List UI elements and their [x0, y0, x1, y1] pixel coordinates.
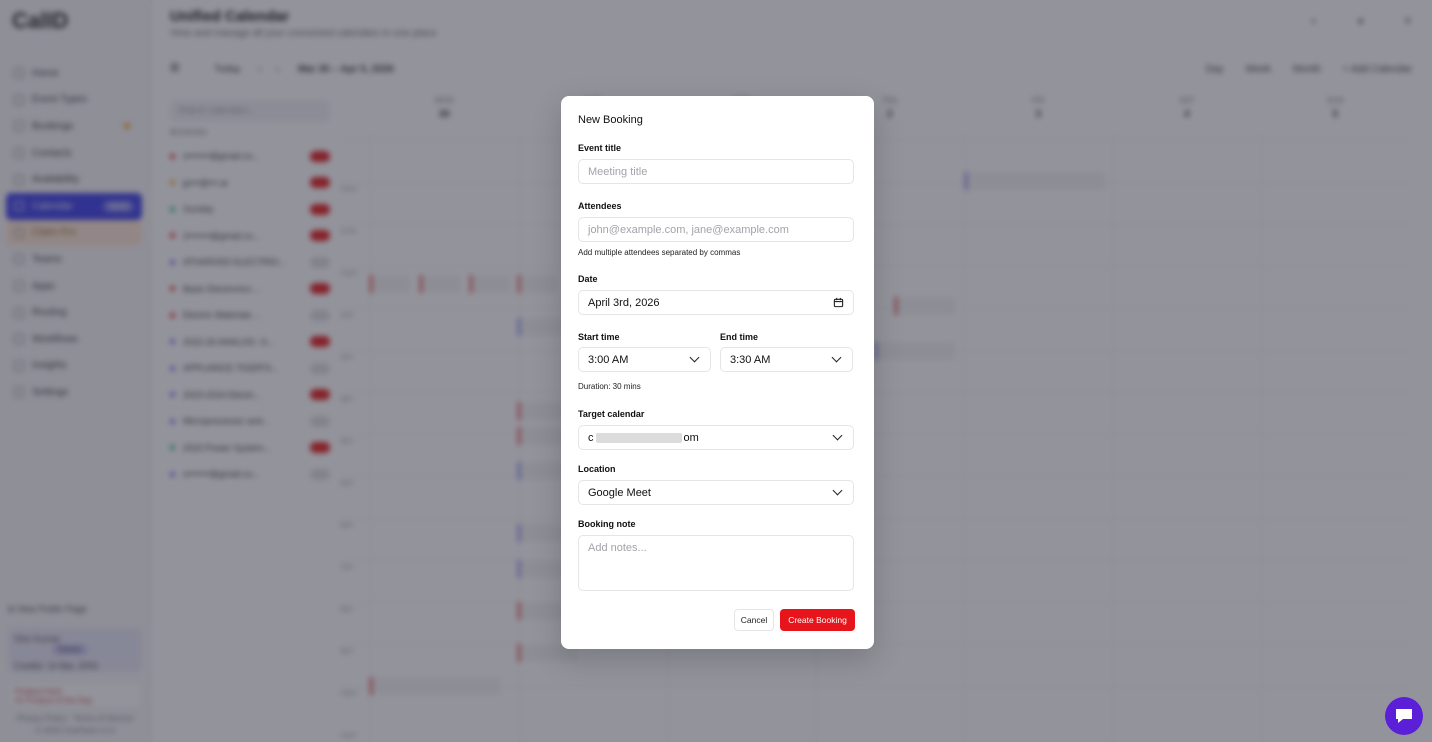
end-time-label: End time [720, 332, 759, 342]
location-value: Google Meet [588, 486, 651, 499]
target-calendar-label: Target calendar [578, 409, 645, 419]
attendees-input[interactable]: john@example.com, jane@example.com [578, 217, 854, 242]
create-booking-button[interactable]: Create Booking [780, 609, 855, 631]
chevron-down-icon [832, 430, 844, 441]
attendees-placeholder: john@example.com, jane@example.com [588, 223, 789, 236]
event-title-input[interactable]: Meeting title [578, 159, 854, 184]
new-booking-dialog: New Booking Event title Meeting title At… [561, 96, 874, 649]
target-calendar-value: c om [588, 431, 699, 444]
chevron-down-icon [689, 352, 701, 363]
end-time-value: 3:30 AM [730, 353, 771, 366]
duration-text: Duration: 30 mins [578, 382, 641, 391]
end-time-select[interactable]: 3:30 AM [720, 347, 853, 372]
target-calendar-select[interactable]: c om [578, 425, 854, 450]
attendees-helper: Add multiple attendees separated by comm… [578, 248, 741, 257]
chat-widget-button[interactable] [1385, 697, 1423, 735]
booking-note-textarea[interactable]: Add notes... [578, 535, 854, 591]
event-title-placeholder: Meeting title [588, 165, 648, 178]
start-time-select[interactable]: 3:00 AM [578, 347, 711, 372]
location-select[interactable]: Google Meet [578, 480, 854, 505]
start-time-label: Start time [578, 332, 620, 342]
date-label: Date [578, 274, 598, 284]
booking-note-label: Booking note [578, 519, 636, 529]
start-time-value: 3:00 AM [588, 353, 629, 366]
chevron-down-icon [832, 485, 844, 496]
event-title-label: Event title [578, 143, 622, 153]
chevron-down-icon [831, 352, 843, 363]
chat-icon [1396, 709, 1412, 723]
cancel-button[interactable]: Cancel [734, 609, 774, 631]
location-label: Location [578, 464, 616, 474]
dialog-title: New Booking [578, 114, 643, 126]
calendar-icon [833, 297, 844, 308]
redacted-email [595, 432, 682, 443]
attendees-label: Attendees [578, 201, 622, 211]
date-value: April 3rd, 2026 [588, 296, 660, 309]
date-picker[interactable]: April 3rd, 2026 [578, 290, 854, 315]
